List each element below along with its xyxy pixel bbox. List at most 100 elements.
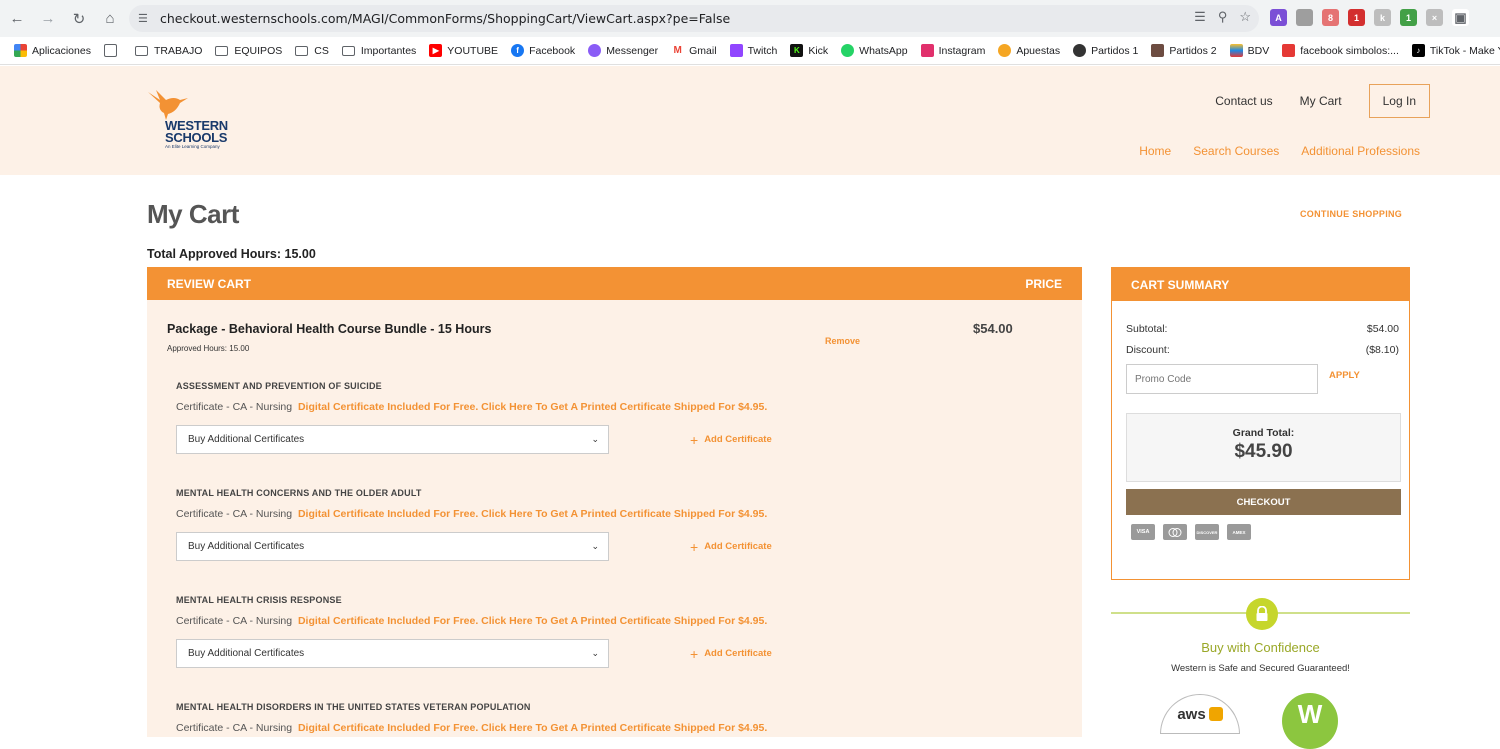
facebook-icon: f: [511, 44, 525, 57]
bookmark-trabajo[interactable]: TRABAJO: [134, 45, 202, 57]
bookmark-kick[interactable]: K Kick: [790, 44, 828, 57]
promo-code-input[interactable]: [1126, 364, 1318, 394]
printed-certificate-link[interactable]: Digital Certificate Included For Free. C…: [298, 401, 767, 413]
hummingbird-icon: [148, 90, 188, 120]
gmail-icon: M: [671, 44, 685, 57]
reload-icon[interactable]: ↻: [65, 5, 93, 33]
bookmark-grid[interactable]: [103, 44, 122, 57]
url-text[interactable]: checkout.westernschools.com/MAGI/CommonF…: [160, 11, 730, 26]
nav-home[interactable]: Home: [1139, 144, 1171, 158]
folder-icon: [341, 45, 355, 56]
course-title: MENTAL HEALTH CRISIS RESPONSE: [176, 595, 342, 605]
add-certificate-button[interactable]: + Add Certificate: [690, 432, 772, 448]
additional-certificates-select[interactable]: Buy Additional Certificates ⌄: [176, 532, 609, 561]
login-button[interactable]: Log In: [1368, 84, 1430, 118]
translate-icon[interactable]: ☰: [1194, 9, 1206, 25]
header-top-links: Contact us My Cart Log In: [1215, 84, 1430, 118]
contact-us-link[interactable]: Contact us: [1215, 94, 1272, 108]
partidos-icon: [1151, 44, 1165, 57]
bookmark-cs[interactable]: CS: [295, 45, 329, 57]
bookmark-messenger[interactable]: Messenger: [588, 44, 658, 57]
logo-schools: SCHOOLS: [165, 130, 228, 145]
course-item: ASSESSMENT AND PREVENTION OF SUICIDE Cer…: [176, 381, 1056, 454]
buy-with-confidence-title: Buy with Confidence: [1201, 640, 1320, 655]
add-certificate-button[interactable]: + Add Certificate: [690, 646, 772, 662]
grand-total-value: $45.90: [1234, 441, 1293, 462]
add-certificate-button[interactable]: + Add Certificate: [690, 539, 772, 555]
bookmark-importantes[interactable]: Importantes: [341, 45, 416, 57]
bookmark-facebook[interactable]: f Facebook: [511, 44, 575, 57]
package-price: $54.00: [973, 321, 1013, 336]
certificate-label: Certificate - CA - Nursing: [176, 401, 293, 413]
extension-x-icon[interactable]: ×: [1426, 9, 1443, 26]
extension-a-icon[interactable]: A: [1270, 9, 1287, 26]
western-schools-logo[interactable]: WESTERN SCHOOLS An Elite Learning Compan…: [146, 88, 242, 152]
address-bar[interactable]: ☰ checkout.westernschools.com/MAGI/Commo…: [129, 5, 1259, 32]
site-header: WESTERN SCHOOLS An Elite Learning Compan…: [0, 66, 1500, 175]
printed-certificate-link[interactable]: Digital Certificate Included For Free. C…: [298, 615, 767, 627]
extension-cloud-icon[interactable]: [1296, 9, 1313, 26]
bookmark-partidos-1[interactable]: Partidos 1: [1073, 44, 1138, 57]
remove-link[interactable]: Remove: [825, 336, 860, 346]
forward-icon[interactable]: →: [34, 5, 62, 33]
certificate-label: Certificate - CA - Nursing: [176, 508, 293, 520]
printed-certificate-link[interactable]: Digital Certificate Included For Free. C…: [298, 722, 767, 734]
extension-badge-icon[interactable]: 8: [1322, 9, 1339, 26]
nav-search-courses[interactable]: Search Courses: [1193, 144, 1279, 158]
tiktok-icon: ♪: [1411, 44, 1425, 57]
folder-icon: [215, 45, 229, 56]
certificate-label: Certificate - CA - Nursing: [176, 722, 293, 734]
bookmark-bdv[interactable]: BDV: [1229, 44, 1269, 57]
aws-badge: aws: [1160, 694, 1240, 734]
course-item: MENTAL HEALTH CRISIS RESPONSE Certificat…: [176, 595, 1056, 668]
bookmark-partidos-2[interactable]: Partidos 2: [1151, 44, 1217, 57]
continue-shopping-link[interactable]: CONTINUE SHOPPING: [1300, 209, 1402, 219]
back-icon[interactable]: ←: [3, 5, 31, 33]
amex-icon: AMEX: [1227, 524, 1251, 540]
review-cart-panel: REVIEW CART PRICE Package - Behavioral H…: [147, 267, 1082, 737]
bookmark-youtube[interactable]: ▶ YOUTUBE: [429, 44, 498, 57]
site-info-icon[interactable]: ☰: [138, 12, 152, 25]
bookmark-tiktok[interactable]: ♪TikTok - Make Your...: [1411, 44, 1500, 57]
printed-certificate-link[interactable]: Digital Certificate Included For Free. C…: [298, 508, 767, 520]
star-icon[interactable]: ☆: [1239, 9, 1251, 25]
home-icon[interactable]: ⌂: [96, 5, 124, 33]
additional-certificates-select[interactable]: Buy Additional Certificates ⌄: [176, 639, 609, 668]
extension-k-icon[interactable]: k: [1374, 9, 1391, 26]
main-nav: Home Search Courses Additional Professio…: [1117, 144, 1420, 158]
twitch-icon: [729, 44, 743, 57]
extension-red-icon[interactable]: 1: [1348, 9, 1365, 26]
subtotal-row: Subtotal: $54.00: [1126, 323, 1399, 335]
review-cart-title: REVIEW CART: [167, 276, 251, 291]
apply-promo-button[interactable]: APPLY: [1329, 370, 1360, 381]
bdv-icon: [1229, 44, 1243, 57]
bookmark-apuestas[interactable]: Apuestas: [998, 44, 1060, 57]
bookmark-whatsapp[interactable]: WhatsApp: [841, 44, 908, 57]
checkout-button[interactable]: CHECKOUT: [1126, 489, 1401, 515]
plus-icon: +: [690, 538, 699, 555]
nav-additional-professions[interactable]: Additional Professions: [1301, 144, 1420, 158]
extension-green-icon[interactable]: 1: [1400, 9, 1417, 26]
lock-icon: [1246, 598, 1278, 630]
additional-certificates-select[interactable]: Buy Additional Certificates ⌄: [176, 425, 609, 454]
course-item: MENTAL HEALTH CONCERNS AND THE OLDER ADU…: [176, 488, 1056, 561]
aws-check-icon: [1208, 707, 1223, 721]
zoom-icon[interactable]: ⚲: [1218, 9, 1228, 25]
bookmark-facebook-simbolos[interactable]: facebook simbolos:...: [1282, 44, 1399, 57]
bookmark-icon: [1282, 44, 1296, 57]
review-cart-header: REVIEW CART PRICE: [147, 267, 1082, 300]
messenger-icon: [588, 44, 602, 57]
apps-grid-icon: [14, 44, 27, 57]
discount-label: Discount:: [1126, 344, 1170, 356]
package-hours: Approved Hours: 15.00: [167, 344, 250, 353]
extensions-puzzle-icon[interactable]: ▣: [1452, 9, 1469, 26]
course-title: ASSESSMENT AND PREVENTION OF SUICIDE: [176, 381, 382, 391]
bookmark-twitch[interactable]: Twitch: [729, 44, 777, 57]
bookmark-aplicaciones[interactable]: Aplicaciones: [14, 44, 91, 57]
w-security-badge-icon: W: [1282, 693, 1338, 749]
my-cart-link[interactable]: My Cart: [1300, 94, 1342, 108]
partidos-icon: [1073, 44, 1087, 57]
bookmark-gmail[interactable]: M Gmail: [671, 44, 717, 57]
bookmark-instagram[interactable]: Instagram: [920, 44, 985, 57]
bookmark-equipos[interactable]: EQUIPOS: [215, 45, 282, 57]
